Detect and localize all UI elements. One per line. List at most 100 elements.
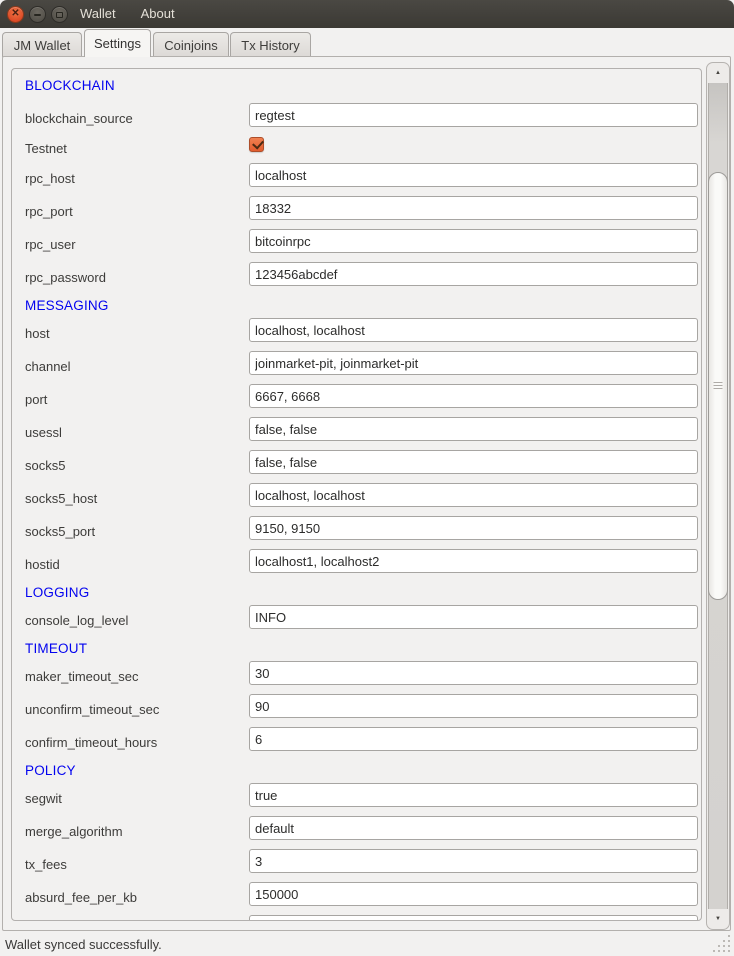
field-label: host: [25, 317, 50, 350]
field-input-unconfirm_timeout_sec[interactable]: [249, 694, 698, 718]
field-input-hostid[interactable]: [249, 549, 698, 573]
minimize-icon: [34, 14, 41, 16]
settings-row-merge_algorithm: merge_algorithm: [12, 815, 701, 848]
field-label: rpc_host: [25, 162, 75, 195]
settings-form: BLOCKCHAINblockchain_sourceTestnetrpc_ho…: [11, 68, 702, 921]
settings-row-console_log_level: console_log_level: [12, 604, 701, 637]
field-label: maker_timeout_sec: [25, 660, 138, 693]
settings-row-socks5_port: socks5_port: [12, 515, 701, 548]
settings-row-rpc_host: rpc_host: [12, 162, 701, 195]
menubar: Wallet About: [78, 0, 177, 28]
settings-row-rpc_port: rpc_port: [12, 195, 701, 228]
resize-grip[interactable]: [728, 950, 730, 952]
field-label: usessl: [25, 416, 62, 449]
field-label: hostid: [25, 548, 60, 581]
field-input-usessl[interactable]: [249, 417, 698, 441]
checkbox-testnet[interactable]: [249, 137, 264, 152]
section-title-messaging: MESSAGING: [12, 294, 701, 317]
settings-row-port: port: [12, 383, 701, 416]
tab-settings[interactable]: Settings: [84, 29, 151, 57]
field-input-confirm_timeout_hours[interactable]: [249, 727, 698, 751]
settings-row-channel: channel: [12, 350, 701, 383]
field-input-rpc_port[interactable]: [249, 196, 698, 220]
field-input-merge_algorithm[interactable]: [249, 816, 698, 840]
field-label: port: [25, 383, 47, 416]
field-label: tx_fees: [25, 848, 67, 881]
section-title-blockchain: BLOCKCHAIN: [12, 69, 701, 102]
scrollbar-thumb[interactable]: [708, 172, 728, 600]
settings-row-host: host: [12, 317, 701, 350]
vertical-scrollbar[interactable]: ▲ ▼: [706, 62, 730, 930]
field-label: channel: [25, 350, 71, 383]
settings-row-segwit: segwit: [12, 782, 701, 815]
field-input-channel[interactable]: [249, 351, 698, 375]
settings-row-blockchain_source: blockchain_source: [12, 102, 701, 135]
status-message: Wallet synced successfully.: [5, 937, 162, 952]
tab-pane: BLOCKCHAINblockchain_sourceTestnetrpc_ho…: [2, 56, 731, 931]
field-label: socks5_host: [25, 482, 97, 515]
tab-jm-wallet[interactable]: JM Wallet: [2, 32, 82, 57]
field-input-blockchain_source[interactable]: [249, 103, 698, 127]
settings-row-rpc_password: rpc_password: [12, 261, 701, 294]
field-label: rpc_user: [25, 228, 76, 261]
maximize-button[interactable]: [51, 6, 68, 23]
field-input-socks5_port[interactable]: [249, 516, 698, 540]
settings-row-tx_fees: tx_fees: [12, 848, 701, 881]
maximize-icon: [56, 12, 63, 18]
settings-row-unconfirm_timeout_sec: unconfirm_timeout_sec: [12, 693, 701, 726]
section-title-policy: POLICY: [12, 759, 701, 782]
field-label: Testnet: [25, 135, 67, 162]
status-bar: Wallet synced successfully.: [0, 932, 734, 956]
settings-row-socks5: socks5: [12, 449, 701, 482]
settings-row-maker_timeout_sec: maker_timeout_sec: [12, 660, 701, 693]
field-input[interactable]: [249, 915, 698, 921]
field-label: socks5_port: [25, 515, 95, 548]
settings-row: [12, 914, 701, 921]
settings-row-absurd_fee_per_kb: absurd_fee_per_kb: [12, 881, 701, 914]
field-label: rpc_port: [25, 195, 73, 228]
menu-wallet[interactable]: Wallet: [78, 0, 118, 28]
field-input-host[interactable]: [249, 318, 698, 342]
settings-row-usessl: usessl: [12, 416, 701, 449]
field-input-port[interactable]: [249, 384, 698, 408]
menu-about[interactable]: About: [139, 0, 177, 28]
minimize-button[interactable]: [29, 6, 46, 23]
scroll-up-button[interactable]: ▲: [707, 63, 729, 83]
settings-row-confirm_timeout_hours: confirm_timeout_hours: [12, 726, 701, 759]
field-input-console_log_level[interactable]: [249, 605, 698, 629]
field-input-segwit[interactable]: [249, 783, 698, 807]
field-input-tx_fees[interactable]: [249, 849, 698, 873]
tab-tx-history[interactable]: Tx History: [230, 32, 311, 57]
field-label: absurd_fee_per_kb: [25, 881, 137, 914]
field-label: console_log_level: [25, 604, 128, 637]
settings-row-socks5_host: socks5_host: [12, 482, 701, 515]
field-input-rpc_password[interactable]: [249, 262, 698, 286]
field-input-rpc_user[interactable]: [249, 229, 698, 253]
section-title-timeout: TIMEOUT: [12, 637, 701, 660]
field-label: unconfirm_timeout_sec: [25, 693, 159, 726]
field-input-socks5[interactable]: [249, 450, 698, 474]
field-input-rpc_host[interactable]: [249, 163, 698, 187]
field-label: merge_algorithm: [25, 815, 123, 848]
scrollbar-track[interactable]: [708, 83, 728, 909]
settings-row-Testnet: Testnet: [12, 135, 701, 162]
tab-bar: JM WalletSettingsCoinjoinsTx History: [0, 28, 734, 57]
field-label: confirm_timeout_hours: [25, 726, 157, 759]
field-label: blockchain_source: [25, 102, 133, 135]
close-icon: ✕: [11, 9, 19, 19]
field-label: segwit: [25, 782, 62, 815]
field-input-absurd_fee_per_kb[interactable]: [249, 882, 698, 906]
field-input-maker_timeout_sec[interactable]: [249, 661, 698, 685]
app-window: ✕ Wallet About JM WalletSettingsCoinjoin…: [0, 0, 734, 956]
close-button[interactable]: ✕: [7, 6, 24, 23]
field-label: rpc_password: [25, 261, 106, 294]
checkmark-icon: [252, 137, 264, 149]
tab-coinjoins[interactable]: Coinjoins: [153, 32, 229, 57]
field-input-socks5_host[interactable]: [249, 483, 698, 507]
settings-row-hostid: hostid: [12, 548, 701, 581]
titlebar: ✕ Wallet About: [0, 0, 734, 28]
scrollbar-grip-icon: [714, 382, 723, 390]
scroll-down-button[interactable]: ▼: [707, 909, 729, 929]
field-label: socks5: [25, 449, 65, 482]
settings-row-rpc_user: rpc_user: [12, 228, 701, 261]
